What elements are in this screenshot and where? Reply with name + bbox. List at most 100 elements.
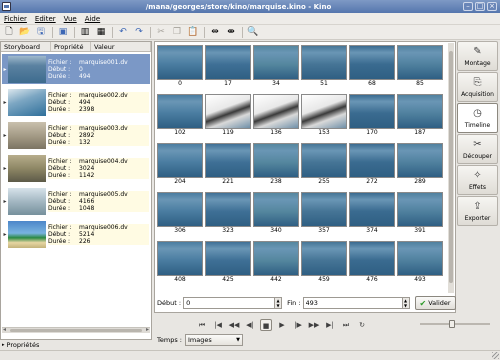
frame-image [205, 192, 251, 227]
zoom-icon[interactable]: 🔍 [247, 26, 259, 38]
time-format-bar: Temps : Images ▼ [157, 334, 243, 346]
end-field[interactable] [302, 297, 403, 309]
frame-thumbnail[interactable]: 493 [397, 241, 443, 285]
mode-exporter-button[interactable]: ⇪ Exporter [457, 196, 498, 226]
loop-icon[interactable]: ↻ [356, 319, 368, 331]
first-scene-icon[interactable]: ⏮ [196, 319, 208, 331]
frame-thumbnail[interactable]: 340 [253, 192, 299, 236]
scroll-thumb[interactable] [10, 329, 142, 332]
frame-thumbnail[interactable]: 357 [301, 192, 347, 236]
frame-thumbnail[interactable]: 68 [349, 45, 395, 89]
stop-icon[interactable]: ■ [260, 318, 272, 331]
open-icon[interactable]: 📂 [19, 26, 31, 38]
last-scene-icon[interactable]: ⏭ [340, 319, 352, 331]
horizontal-scrollbar[interactable]: ◂ ▸ [2, 326, 150, 333]
storyboard-row[interactable]: ▸ Fichier : Début : Durée : marquise006.dv 52… [2, 219, 150, 249]
mode-effets-button[interactable]: ✧ Effets [457, 165, 498, 195]
maximize-button[interactable]: □ [475, 2, 485, 11]
menu-aide[interactable]: Aide [85, 15, 100, 23]
column-storyboard[interactable]: Storyboard [1, 42, 51, 51]
undo-icon[interactable]: ↶ [117, 26, 129, 38]
frame-image [301, 45, 347, 80]
volume-slider[interactable] [420, 320, 490, 328]
save-icon[interactable]: 🖫 [35, 26, 47, 38]
step-back-icon[interactable]: ◀| [244, 319, 256, 331]
frame-thumbnail[interactable]: 323 [205, 192, 251, 236]
file-key: Fichier : [48, 157, 72, 165]
frame-thumbnail[interactable]: 289 [397, 143, 443, 187]
menu-fichier[interactable]: Fichier [4, 15, 27, 23]
frame-thumbnail[interactable]: 391 [397, 192, 443, 236]
storyboard-row[interactable]: ▸ Fichier : Début : Durée : marquise002.dv 49… [2, 87, 150, 117]
scroll-right-icon[interactable]: ▸ [146, 326, 149, 333]
scroll-left-icon[interactable]: ◂ [3, 326, 6, 333]
frame-thumbnail[interactable]: 425 [205, 241, 251, 285]
resize-grip-icon[interactable] [492, 352, 499, 359]
export-icon[interactable]: ▣ [57, 26, 69, 38]
new-icon[interactable]: 🗋 [3, 26, 15, 38]
mode-acquisition-button[interactable]: ⎘ Acquisition [457, 72, 498, 102]
frame-thumbnail[interactable]: 476 [349, 241, 395, 285]
mode-decouper-button[interactable]: ✂ Découper [457, 134, 498, 164]
frame-thumbnail[interactable]: 442 [253, 241, 299, 285]
split-scene-icon[interactable]: ▦ [95, 26, 107, 38]
volume-track[interactable] [420, 323, 490, 325]
mode-montage-button[interactable]: ✎ Montage [457, 41, 498, 71]
frame-thumbnail[interactable]: 459 [301, 241, 347, 285]
frame-thumbnail[interactable]: 272 [349, 143, 395, 187]
start-field[interactable] [183, 297, 276, 309]
properties-expander[interactable]: ▸ Propriétés [2, 341, 39, 349]
frame-thumbnail[interactable]: 136 [253, 94, 299, 138]
end-spinner[interactable]: ▲ ▼ [402, 297, 410, 309]
frame-thumbnail[interactable]: 0 [157, 45, 203, 89]
frame-thumbnail[interactable]: 221 [205, 143, 251, 187]
volume-knob[interactable] [449, 320, 455, 328]
play-icon[interactable]: ▶ [276, 319, 288, 331]
start-spinner[interactable]: ▲ ▼ [275, 297, 283, 309]
frame-number: 306 [174, 227, 186, 234]
frame-image [349, 143, 395, 178]
frame-thumbnail[interactable]: 102 [157, 94, 203, 138]
storyboard-row[interactable]: ▸ Fichier : Début : Durée : marquise005.dv 41… [2, 186, 150, 216]
frame-thumbnail[interactable]: 204 [157, 143, 203, 187]
trim-start-icon[interactable]: ⇹ [209, 26, 221, 38]
frame-thumbnail[interactable]: 153 [301, 94, 347, 138]
frame-thumbnail[interactable]: 408 [157, 241, 203, 285]
trim-end-icon[interactable]: ⇼ [225, 26, 237, 38]
storyboard-row[interactable]: ▸ Fichier : Début : Durée : marquise003.dv 28… [2, 120, 150, 150]
close-button[interactable]: × [487, 2, 497, 11]
mode-timeline-button[interactable]: ◷ Timeline [457, 103, 498, 133]
vertical-scrollbar[interactable] [448, 43, 454, 293]
menu-editer[interactable]: Editer [35, 15, 56, 23]
frame-thumbnail[interactable]: 17 [205, 45, 251, 89]
frame-thumbnail[interactable]: 374 [349, 192, 395, 236]
time-unit-select[interactable]: Images ▼ [184, 334, 243, 346]
column-value[interactable]: Valeur [91, 42, 151, 51]
storyboard-row[interactable]: ▸ Fichier : Début : Durée : marquise001.dv 0 4… [2, 54, 150, 84]
frame-thumbnail[interactable]: 238 [253, 143, 299, 187]
redo-icon[interactable]: ↷ [133, 26, 145, 38]
frame-thumbnail[interactable]: 255 [301, 143, 347, 187]
frame-thumbnail[interactable]: 187 [397, 94, 443, 138]
validate-button[interactable]: ✔ Valider [414, 296, 456, 310]
next-scene-icon[interactable]: ▶| [324, 319, 336, 331]
cut-icon[interactable]: ✂ [155, 26, 167, 38]
copy-icon[interactable]: ❐ [171, 26, 183, 38]
minimize-button[interactable]: – [463, 2, 473, 11]
frame-thumbnail[interactable]: 34 [253, 45, 299, 89]
frame-thumbnail[interactable]: 306 [157, 192, 203, 236]
frame-thumbnail[interactable]: 170 [349, 94, 395, 138]
previous-scene-icon[interactable]: |◀ [212, 319, 224, 331]
menu-vue[interactable]: Vue [64, 15, 77, 23]
step-forward-icon[interactable]: |▶ [292, 319, 304, 331]
fast-forward-icon[interactable]: ▶▶ [308, 319, 320, 331]
storyboard-row[interactable]: ▸ Fichier : Début : Durée : marquise004.dv 30… [2, 153, 150, 183]
cut-scene-icon[interactable]: ▥ [79, 26, 91, 38]
file-key: Fichier : [48, 223, 72, 231]
rewind-icon[interactable]: ◀◀ [228, 319, 240, 331]
paste-icon[interactable]: 📋 [187, 26, 199, 38]
frame-thumbnail[interactable]: 51 [301, 45, 347, 89]
frame-thumbnail[interactable]: 119 [205, 94, 251, 138]
frame-thumbnail[interactable]: 85 [397, 45, 443, 89]
column-property[interactable]: Propriété [51, 42, 91, 51]
